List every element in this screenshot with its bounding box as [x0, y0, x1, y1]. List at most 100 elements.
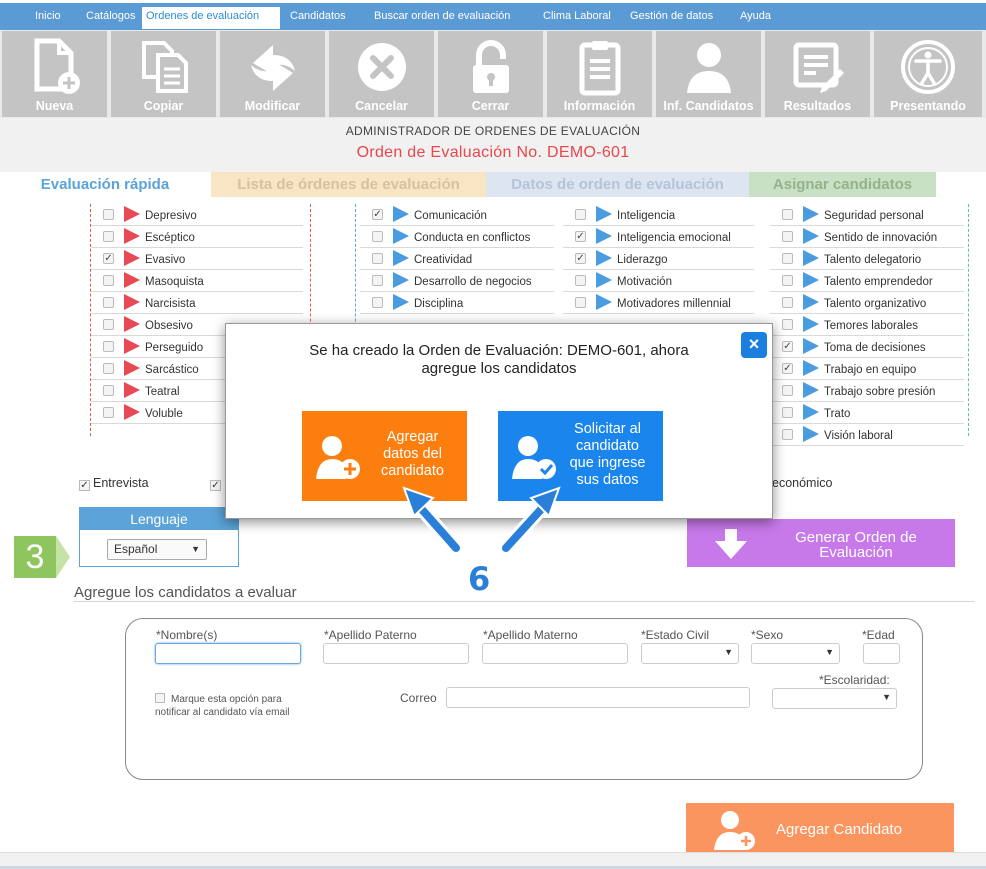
- inf-candidatos-button[interactable]: Inf. Candidatos: [656, 31, 761, 117]
- checkbox[interactable]: [575, 275, 586, 286]
- checklist-item[interactable]: Talento delegatorio: [770, 248, 964, 270]
- checkbox[interactable]: [103, 275, 114, 286]
- modificar-button[interactable]: Modificar: [220, 31, 325, 117]
- checklist-item[interactable]: Trabajo sobre presión: [770, 380, 964, 402]
- checklist-item[interactable]: Visión laboral: [770, 424, 964, 446]
- tab-lista-ordenes[interactable]: Lista de órdenes de evaluación: [211, 172, 486, 197]
- checklist-item[interactable]: Temores laborales: [770, 314, 964, 336]
- nav-buscar-orden[interactable]: Buscar orden de evaluación: [374, 7, 510, 29]
- escolaridad-select[interactable]: ▼: [772, 688, 897, 709]
- language-select[interactable]: Español ▼: [107, 539, 207, 560]
- checklist-item[interactable]: Masoquista: [91, 270, 303, 292]
- checklist-item[interactable]: Motivación: [563, 270, 754, 292]
- checklist-item[interactable]: Desarrollo de negocios: [360, 270, 554, 292]
- tab-evaluacion-rapida[interactable]: Evaluación rápida: [0, 172, 210, 197]
- resultados-button[interactable]: Resultados: [765, 31, 870, 117]
- checkbox[interactable]: [103, 407, 114, 418]
- checkbox[interactable]: [103, 319, 114, 330]
- nombre-input[interactable]: [155, 643, 301, 664]
- checklist-item[interactable]: Narcisista: [91, 292, 303, 314]
- estado-civil-select[interactable]: ▼: [641, 643, 739, 664]
- checkbox[interactable]: [782, 253, 793, 264]
- checkbox[interactable]: ✓: [782, 341, 793, 352]
- checklist-item[interactable]: Disciplina: [360, 292, 554, 314]
- checkbox[interactable]: ✓: [372, 209, 383, 220]
- checklist-item[interactable]: Sentido de innovación: [770, 226, 964, 248]
- checkbox[interactable]: [103, 297, 114, 308]
- nav-ordenes[interactable]: Ordenes de evaluación: [142, 7, 280, 29]
- notify-checkbox[interactable]: [155, 693, 165, 703]
- presentando-button[interactable]: Presentando: [874, 31, 982, 117]
- checklist-item[interactable]: Seguridad personal: [770, 204, 964, 226]
- checklist-item[interactable]: ✓ Comunicación: [360, 204, 554, 226]
- agregar-candidato-button[interactable]: Agregar Candidato: [686, 803, 954, 853]
- checklist-item[interactable]: ✓ Evasivo: [91, 248, 303, 270]
- checkbox[interactable]: [782, 385, 793, 396]
- checklist-item[interactable]: Conducta en conflictos: [360, 226, 554, 248]
- apellido-paterno-input[interactable]: [323, 643, 469, 664]
- edad-input[interactable]: [863, 643, 900, 664]
- checkbox[interactable]: [782, 209, 793, 220]
- checklist-item[interactable]: Depresivo: [91, 204, 303, 226]
- apellido-materno-input[interactable]: [482, 643, 628, 664]
- nav-clima-laboral[interactable]: Clima Laboral: [543, 7, 611, 29]
- checklist-item[interactable]: Inteligencia: [563, 204, 754, 226]
- nav-inicio[interactable]: Inicio: [35, 7, 61, 29]
- close-button[interactable]: ×: [741, 332, 767, 358]
- generar-orden-button[interactable]: Generar Orden de Evaluación: [687, 519, 955, 567]
- checklist-item[interactable]: Talento organizativo: [770, 292, 964, 314]
- economico-option[interactable]: económico: [772, 476, 832, 490]
- nav-candidatos[interactable]: Candidatos: [290, 7, 346, 29]
- checkbox[interactable]: [782, 319, 793, 330]
- checkbox[interactable]: [372, 297, 383, 308]
- nav-gestion-datos[interactable]: Gestión de datos: [630, 7, 713, 29]
- checkbox[interactable]: ✓: [782, 363, 793, 374]
- option-checkbox-box[interactable]: ✓: [210, 480, 221, 491]
- checkbox[interactable]: ✓: [575, 253, 586, 264]
- checkbox[interactable]: [782, 297, 793, 308]
- checkbox[interactable]: [372, 275, 383, 286]
- checkbox[interactable]: [103, 231, 114, 242]
- checklist-item[interactable]: ✓ Liderazgo: [563, 248, 754, 270]
- option-checkbox[interactable]: ✓: [210, 476, 224, 491]
- checklist-item[interactable]: Creatividad: [360, 248, 554, 270]
- checkbox[interactable]: [103, 341, 114, 352]
- tab-asignar-candidatos[interactable]: Asignar candidatos: [749, 172, 936, 197]
- checkbox[interactable]: [372, 253, 383, 264]
- entrevista-checkbox[interactable]: ✓: [79, 480, 90, 491]
- checklist-item[interactable]: Talento emprendedor: [770, 270, 964, 292]
- informacion-button[interactable]: Información: [547, 31, 652, 117]
- checkbox[interactable]: [103, 209, 114, 220]
- agregar-datos-candidato-button[interactable]: Agregar datos del candidato: [302, 411, 467, 501]
- checkbox[interactable]: ✓: [103, 253, 114, 264]
- checklist-item[interactable]: ✓ Trabajo en equipo: [770, 358, 964, 380]
- notify-option[interactable]: Marque esta opción para notificar al can…: [155, 693, 290, 719]
- agregar-datos-label: Agregar datos del candidato: [364, 429, 461, 480]
- checklist-item[interactable]: Trato: [770, 402, 964, 424]
- checkbox[interactable]: [103, 385, 114, 396]
- checklist-item[interactable]: Motivadores millennial: [563, 292, 754, 314]
- nueva-button[interactable]: Nueva: [2, 31, 107, 117]
- checkbox[interactable]: [372, 231, 383, 242]
- cerrar-button[interactable]: Cerrar: [438, 31, 543, 117]
- cancelar-button[interactable]: Cancelar: [329, 31, 434, 117]
- entrevista-option[interactable]: ✓ Entrevista: [79, 476, 149, 491]
- checkbox[interactable]: [575, 297, 586, 308]
- checkbox[interactable]: [782, 407, 793, 418]
- checklist-item[interactable]: ✓ Toma de decisiones: [770, 336, 964, 358]
- copiar-button[interactable]: Copiar: [111, 31, 216, 117]
- checkbox[interactable]: [103, 363, 114, 374]
- checkbox[interactable]: [575, 209, 586, 220]
- nav-catalogos[interactable]: Catálogos: [86, 7, 136, 29]
- nav-ayuda[interactable]: Ayuda: [740, 7, 771, 29]
- correo-input[interactable]: [446, 687, 750, 708]
- checklist-item[interactable]: Escéptico: [91, 226, 303, 248]
- sexo-select[interactable]: ▼: [751, 643, 840, 664]
- checkbox[interactable]: ✓: [575, 231, 586, 242]
- checkbox[interactable]: [782, 231, 793, 242]
- checklist-item[interactable]: ✓ Inteligencia emocional: [563, 226, 754, 248]
- checkbox[interactable]: [782, 429, 793, 440]
- checkbox[interactable]: [782, 275, 793, 286]
- tab-datos-orden[interactable]: Datos de orden de evaluación: [486, 172, 749, 197]
- solicitar-candidato-button[interactable]: Solicitar al candidato que ingrese sus d…: [498, 411, 663, 501]
